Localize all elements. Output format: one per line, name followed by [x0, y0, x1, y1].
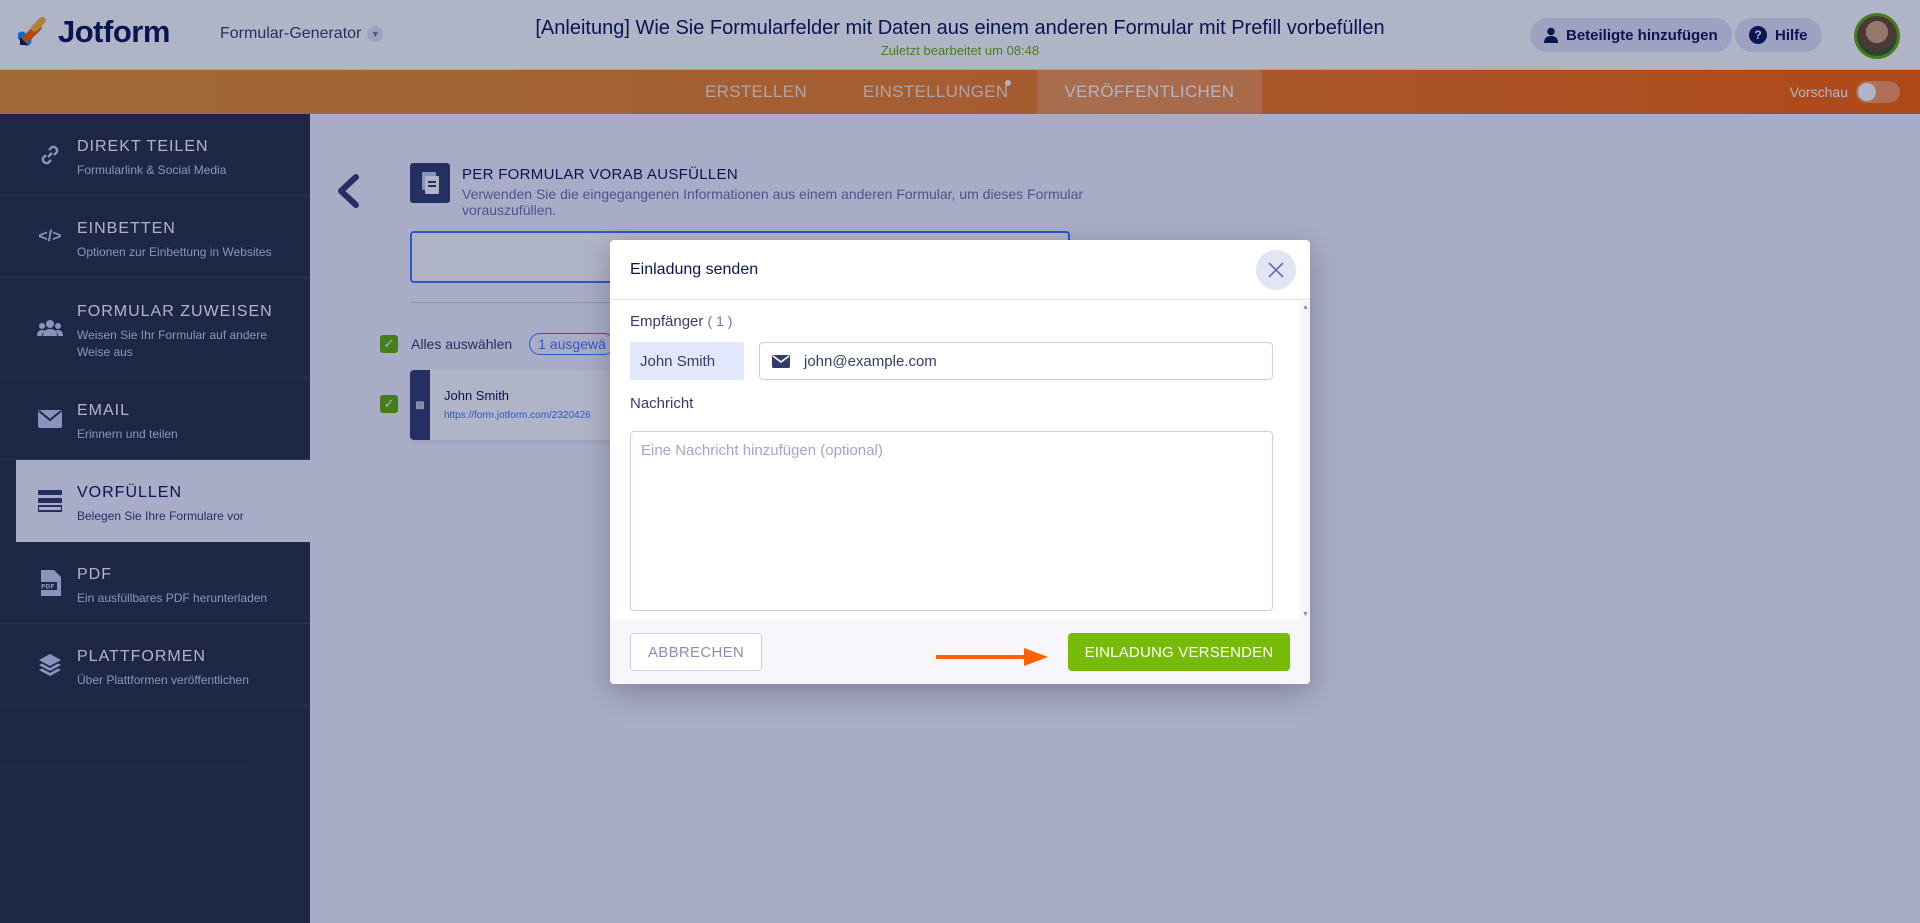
envelope-icon [772, 354, 790, 368]
message-textarea[interactable]: Eine Nachricht hinzufügen (optional) [630, 431, 1273, 611]
arrow-right-icon [936, 648, 1048, 666]
send-invitation-modal: Einladung senden Empfänger ( 1 ) John Sm… [610, 240, 1310, 684]
recipients-count: ( 1 ) [707, 313, 733, 329]
message-placeholder: Eine Nachricht hinzufügen (optional) [641, 442, 883, 459]
recipient-email-field[interactable]: john@example.com [759, 342, 1273, 380]
close-icon [1268, 262, 1284, 278]
recipient-name-chip: John Smith [630, 342, 744, 380]
close-button[interactable] [1256, 250, 1296, 290]
modal-header: Einladung senden [610, 240, 1310, 300]
send-invitation-button[interactable]: EINLADUNG VERSENDEN [1068, 633, 1290, 671]
cancel-button[interactable]: ABBRECHEN [630, 633, 762, 671]
modal-body: Empfänger ( 1 ) John Smith john@example.… [610, 301, 1300, 621]
recipient-email-value: john@example.com [804, 352, 937, 370]
recipients-label-text: Empfänger [630, 313, 704, 330]
modal-footer: ABBRECHEN EINLADUNG VERSENDEN [610, 620, 1310, 684]
scroll-up-icon[interactable]: ▲ [1302, 304, 1309, 311]
modal-scrollbar[interactable]: ▲ ▼ [1300, 301, 1310, 621]
modal-title: Einladung senden [630, 261, 759, 278]
scroll-down-icon[interactable]: ▼ [1302, 611, 1309, 618]
message-label: Nachricht [630, 395, 694, 412]
recipients-label: Empfänger ( 1 ) [630, 313, 732, 330]
